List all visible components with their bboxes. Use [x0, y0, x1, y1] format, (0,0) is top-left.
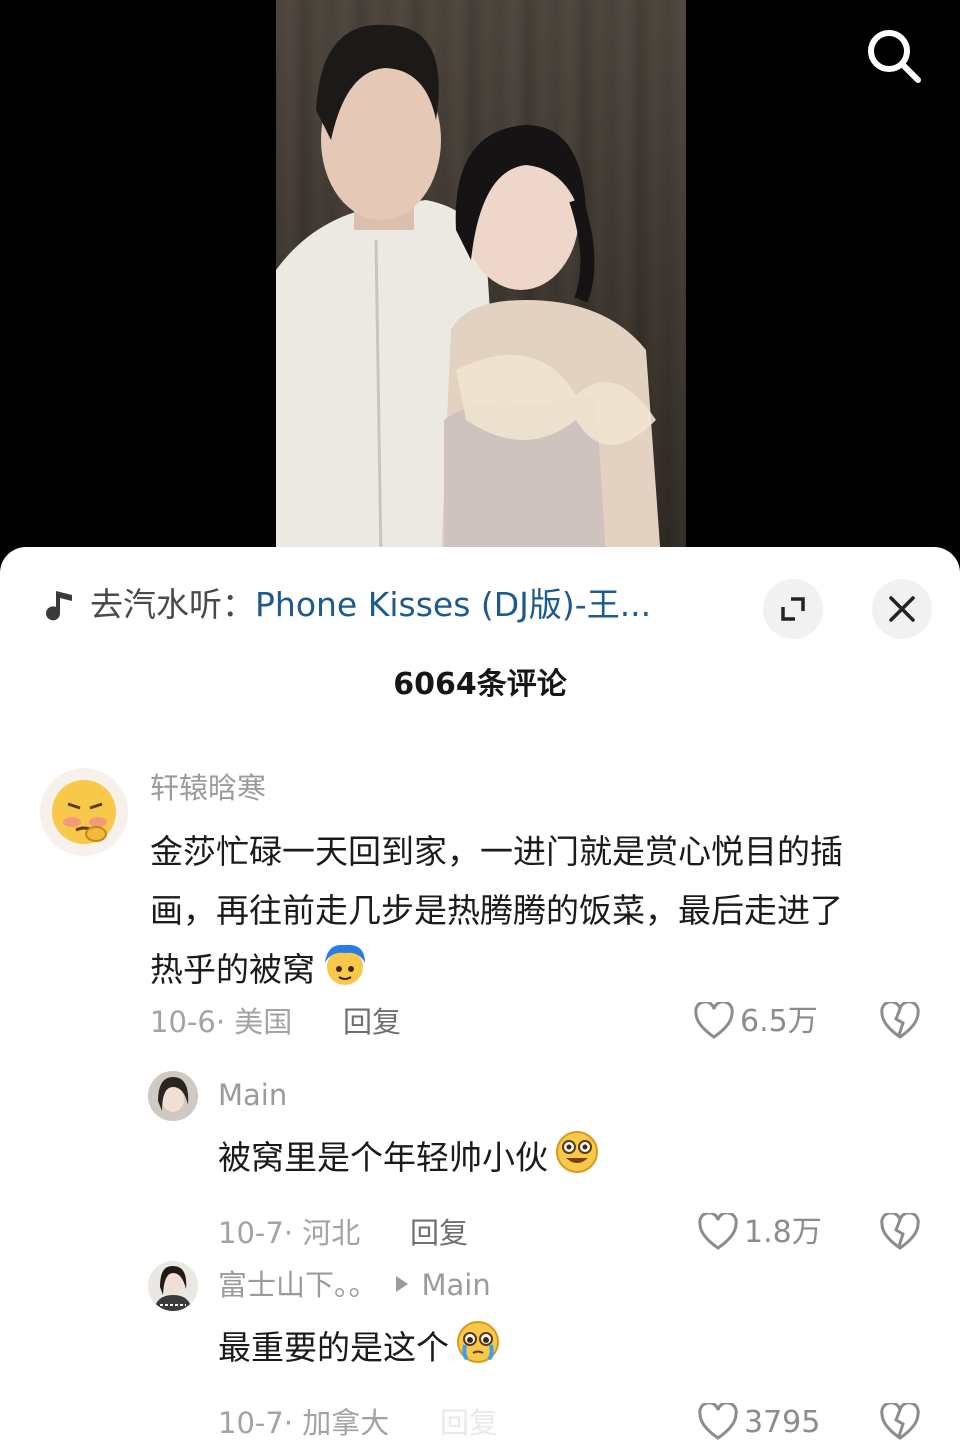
close-icon — [889, 596, 915, 622]
comment-text: 金莎忙碌一天回到家，一进门就是赏心悦目的插 画，再往前走几步是热腾腾的饭菜，最后… — [150, 822, 920, 999]
comment-line: 金莎忙碌一天回到家，一进门就是赏心悦目的插 — [150, 832, 843, 871]
music-prefix: 去汽水听： — [90, 585, 255, 624]
search-button[interactable] — [862, 24, 924, 86]
comment-count-title: 6064条评论 — [393, 667, 567, 702]
reply-arrow-icon — [395, 1276, 408, 1292]
comment-item: 轩辕晗寒 金莎忙碌一天回到家，一进门就是赏心悦目的插 画，再往前走几步是热腾腾的… — [0, 762, 960, 1052]
like-button[interactable]: 6.5万 — [694, 1000, 834, 1044]
video-frame-photo — [276, 0, 686, 560]
heart-icon — [698, 1403, 738, 1440]
like-count: 6.5万 — [740, 1004, 818, 1039]
broken-heart-icon — [880, 1401, 920, 1440]
close-button[interactable] — [872, 579, 932, 639]
like-button[interactable]: 3795 — [698, 1401, 838, 1445]
comment-username[interactable]: 轩辕晗寒 — [150, 770, 266, 806]
user-avatar-icon — [148, 1261, 198, 1311]
dislike-button[interactable] — [880, 1401, 920, 1443]
music-source-text[interactable]: 去汽水听：Phone Kisses (DJ版)-王... — [90, 583, 710, 627]
search-icon — [868, 30, 921, 83]
grin-emoji-icon — [556, 1131, 598, 1173]
like-count: 3795 — [744, 1405, 821, 1440]
comment-text: 最重要的是这个 — [218, 1319, 503, 1372]
expand-icon — [781, 597, 805, 621]
dislike-button[interactable] — [880, 1211, 920, 1253]
comment-date-location: 10-7· 加拿大 — [218, 1406, 390, 1440]
reply-item: Main 被窝里是个年轻帅小伙 10-7· 河北 回复 1.8万 — [0, 1067, 960, 1250]
comment-date-location: 10-6· 美国 — [150, 1005, 293, 1039]
heart-icon — [694, 1002, 734, 1039]
video-player[interactable] — [0, 0, 960, 560]
watermark-overlay — [396, 1389, 574, 1445]
reply-button[interactable]: 回复 — [410, 1215, 468, 1251]
blue-hair-emoji-icon — [325, 944, 365, 985]
comment-sheet: 去汽水听：Phone Kisses (DJ版)-王... 6064条评论 轩辕晗… — [0, 547, 960, 1445]
dislike-button[interactable] — [880, 1000, 920, 1042]
like-button[interactable]: 1.8万 — [698, 1211, 838, 1255]
comment-line: 画，再往前走几步是热腾腾的饭菜，最后走进了 — [150, 891, 843, 930]
avatar[interactable] — [148, 1071, 198, 1121]
expand-button[interactable] — [763, 579, 823, 639]
comment-username[interactable]: Main — [218, 1077, 287, 1113]
like-count: 1.8万 — [744, 1215, 822, 1250]
comment-text: 被窝里是个年轻帅小伙 — [218, 1129, 602, 1182]
user-avatar-icon — [148, 1071, 198, 1121]
pleading-emoji-icon — [457, 1321, 499, 1363]
music-song-link[interactable]: Phone Kisses (DJ版)-王... — [255, 585, 651, 624]
broken-heart-icon — [880, 1211, 920, 1250]
comment-username: 富士山下。。 Main — [218, 1267, 491, 1303]
comment-date-location: 10-7· 河北 — [218, 1216, 361, 1250]
emoji-avatar-icon — [52, 780, 116, 844]
comment-line-last: 热乎的被窝 — [150, 940, 920, 999]
heart-icon — [698, 1213, 738, 1250]
music-bar[interactable]: 去汽水听：Phone Kisses (DJ版)-王... — [0, 547, 960, 665]
avatar[interactable] — [148, 1261, 198, 1311]
music-note-icon — [46, 591, 72, 621]
reply-target[interactable]: Main — [422, 1268, 491, 1302]
broken-heart-icon — [880, 1000, 920, 1039]
avatar[interactable] — [40, 768, 128, 856]
reply-button[interactable]: 回复 — [343, 1004, 401, 1040]
reply-author[interactable]: 富士山下。。 — [218, 1268, 378, 1302]
